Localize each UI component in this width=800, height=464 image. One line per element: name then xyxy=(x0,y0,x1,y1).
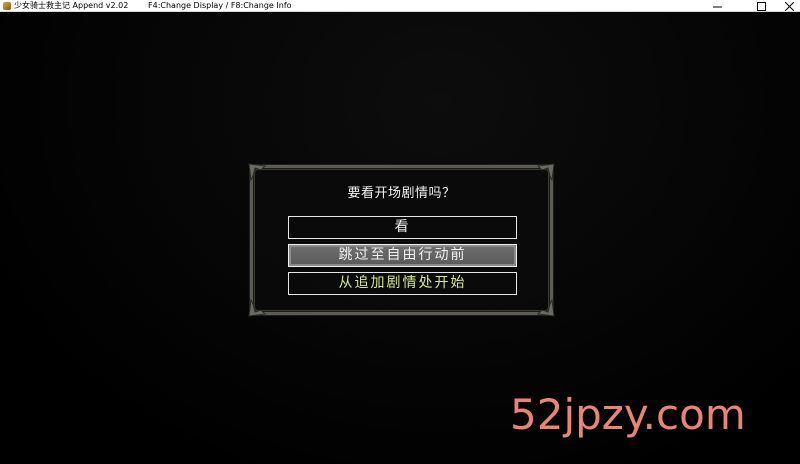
choice-append-start-button[interactable]: 从追加剧情处开始 xyxy=(288,272,517,295)
dialog-corner-ornament-icon xyxy=(536,163,555,182)
hotkey-hint: F4:Change Display / F8:Change Info xyxy=(148,1,292,10)
opening-dialog: 要看开场剧情吗？ 看 跳过至自由行动前 从追加剧情处开始 xyxy=(248,163,555,317)
dialog-corner-ornament-icon xyxy=(536,298,555,317)
window-title-bar[interactable]: 少女骑士救主记 Append v2.02 F4:Change Display /… xyxy=(0,0,800,12)
maximize-icon xyxy=(756,1,766,11)
watermark: 52jpzy.com xyxy=(510,390,746,439)
minimize-button[interactable] xyxy=(700,0,734,12)
close-button[interactable] xyxy=(772,0,800,12)
app-icon xyxy=(3,2,11,10)
dialog-prompt: 要看开场剧情吗？ xyxy=(347,186,456,201)
minimize-icon xyxy=(712,6,722,7)
close-icon xyxy=(784,1,794,11)
choice-watch-button[interactable]: 看 xyxy=(288,216,517,239)
dialog-corner-ornament-icon xyxy=(248,298,267,317)
choice-skip-button[interactable]: 跳过至自由行动前 xyxy=(288,244,517,267)
window-title: 少女骑士救主记 Append v2.02 xyxy=(14,1,129,10)
dialog-corner-ornament-icon xyxy=(248,163,267,182)
